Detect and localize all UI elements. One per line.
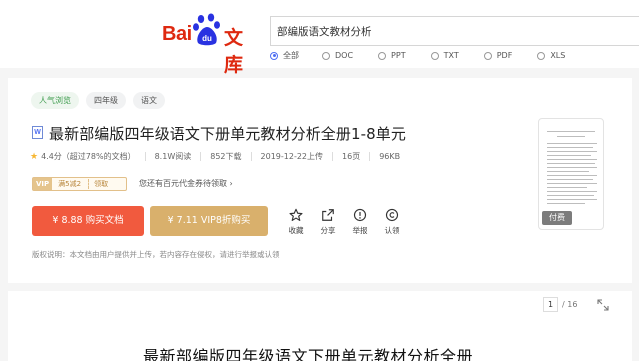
vip-purchase-button[interactable]: ¥ 7.11 VIP8折购买 bbox=[150, 206, 268, 236]
tag-subject[interactable]: 语文 bbox=[133, 92, 165, 109]
document-title: 最新部编版四年级语文下册单元教材分析全册1-8单元 bbox=[49, 125, 407, 143]
divider bbox=[332, 152, 334, 161]
tag-grade[interactable]: 四年级 bbox=[86, 92, 126, 109]
action-bar: 收藏 分享 举报 认领 bbox=[280, 208, 408, 236]
filter-xls[interactable]: XLS bbox=[537, 50, 565, 61]
logo-du-text: du bbox=[202, 34, 212, 43]
thumb-line bbox=[547, 159, 597, 160]
search-input[interactable] bbox=[271, 17, 639, 45]
thumb-line bbox=[547, 175, 597, 176]
filter-label: DOC bbox=[335, 51, 354, 60]
radio-selected-icon[interactable] bbox=[270, 51, 278, 60]
filter-doc[interactable]: DOC bbox=[322, 50, 353, 61]
document-thumbnail[interactable]: 付费 bbox=[538, 118, 604, 230]
logo-wenku-text: 文库 bbox=[224, 27, 244, 76]
divider bbox=[250, 152, 252, 161]
thumb-line bbox=[547, 187, 587, 188]
baidu-wenku-logo[interactable]: Bai du 文库 bbox=[160, 13, 260, 76]
star-outline-icon bbox=[289, 208, 303, 221]
coupon-claim[interactable]: 领取 bbox=[88, 179, 108, 189]
action-label: 收藏 bbox=[288, 226, 304, 235]
thumb-line bbox=[557, 136, 585, 137]
baidu-paw-icon: du bbox=[193, 13, 220, 46]
filter-all[interactable]: 全部 bbox=[270, 50, 299, 61]
filter-ppt[interactable]: PPT bbox=[378, 50, 406, 61]
top-header: Bai du 文库 全部 DOC PPT TXT PDF XLS bbox=[0, 0, 639, 76]
logo-bai-text: Bai bbox=[162, 23, 192, 45]
radio-icon[interactable] bbox=[378, 51, 387, 60]
divider bbox=[200, 152, 202, 161]
radio-icon[interactable] bbox=[483, 51, 492, 60]
page-navigator: 1 / 16 bbox=[543, 297, 577, 312]
thumb-line bbox=[547, 195, 594, 196]
filter-label: 全部 bbox=[283, 51, 299, 60]
thumb-line bbox=[547, 203, 585, 204]
tag-popular[interactable]: 人气浏览 bbox=[31, 92, 79, 109]
thumb-line bbox=[547, 171, 589, 172]
share-icon bbox=[322, 209, 334, 221]
upload-date: 2019-12-22上传 bbox=[260, 152, 324, 161]
tag-list: 人气浏览 四年级 语文 bbox=[31, 92, 172, 109]
thumb-line bbox=[547, 191, 597, 192]
radio-icon[interactable] bbox=[537, 51, 546, 60]
action-label: 举报 bbox=[352, 226, 368, 235]
copyright-icon bbox=[385, 208, 399, 222]
document-meta: ★ 4.4分（超过78%的文档） 8.1W阅读 852下载 2019-12-22… bbox=[30, 151, 400, 162]
thumb-line bbox=[547, 147, 593, 148]
report-action[interactable]: 举报 bbox=[344, 208, 376, 236]
thumb-line bbox=[547, 143, 597, 144]
filter-pdf[interactable]: PDF bbox=[483, 50, 513, 61]
word-doc-icon: W bbox=[32, 126, 43, 139]
filter-label: XLS bbox=[550, 51, 566, 60]
thumb-line bbox=[547, 151, 597, 152]
star-icon: ★ bbox=[30, 151, 39, 162]
thumb-line bbox=[547, 163, 595, 164]
filter-label: PPT bbox=[391, 51, 406, 60]
report-icon bbox=[353, 208, 367, 222]
thumb-line bbox=[547, 199, 597, 200]
copyright-notice: 版权说明：本文档由用户提供并上传，若内容存在侵权，请进行举报或认领 bbox=[32, 250, 280, 259]
thumb-line bbox=[547, 179, 593, 180]
preview-heading: 最新部编版四年级语文下册单元教材分析全册 bbox=[143, 347, 474, 361]
divider bbox=[369, 152, 371, 161]
download-count: 852下载 bbox=[210, 152, 242, 161]
search-box[interactable] bbox=[270, 16, 639, 46]
coupon-tip-text: 您还有百元代金券待领取 bbox=[139, 179, 227, 188]
vip-coupon[interactable]: VIP 满5减2 领取 bbox=[32, 177, 127, 191]
radio-icon[interactable] bbox=[430, 51, 439, 60]
thumb-line bbox=[547, 131, 595, 132]
page-count: 16页 bbox=[342, 152, 361, 161]
page-number-input[interactable]: 1 bbox=[543, 297, 558, 312]
claim-action[interactable]: 认领 bbox=[376, 208, 408, 236]
action-label: 分享 bbox=[320, 226, 336, 235]
vip-badge: VIP bbox=[33, 178, 53, 190]
radio-icon[interactable] bbox=[322, 51, 330, 60]
favorite-action[interactable]: 收藏 bbox=[280, 208, 312, 236]
total-pages: / 16 bbox=[562, 300, 578, 309]
document-preview: 1 / 16 最新部编版四年级语文下册单元教材分析全册 bbox=[8, 291, 632, 361]
read-count: 8.1W阅读 bbox=[154, 152, 192, 161]
thumb-line bbox=[547, 183, 597, 184]
paid-badge: 付费 bbox=[542, 211, 572, 225]
thumb-line bbox=[547, 167, 597, 168]
rating-text: 4.4分（超过78%的文档） bbox=[41, 152, 136, 161]
file-size: 96KB bbox=[379, 152, 401, 161]
buy-document-button[interactable]: ¥ 8.88 购买文档 bbox=[32, 206, 144, 236]
coupon-tip-link[interactable]: 您还有百元代金券待领取 › bbox=[139, 177, 233, 191]
thumb-line bbox=[547, 155, 591, 156]
document-info-card: 人气浏览 四年级 语文 W 最新部编版四年级语文下册单元教材分析全册1-8单元 … bbox=[8, 78, 632, 283]
divider bbox=[144, 152, 146, 161]
chevron-right-icon: › bbox=[229, 179, 233, 188]
filter-txt[interactable]: TXT bbox=[430, 50, 459, 61]
filter-label: PDF bbox=[496, 51, 513, 60]
action-label: 认领 bbox=[384, 226, 400, 235]
fullscreen-icon[interactable] bbox=[597, 299, 609, 311]
file-type-filters: 全部 DOC PPT TXT PDF XLS bbox=[270, 50, 590, 61]
share-action[interactable]: 分享 bbox=[312, 208, 344, 236]
filter-label: TXT bbox=[443, 51, 459, 60]
coupon-text: 满5减2 bbox=[58, 180, 82, 188]
